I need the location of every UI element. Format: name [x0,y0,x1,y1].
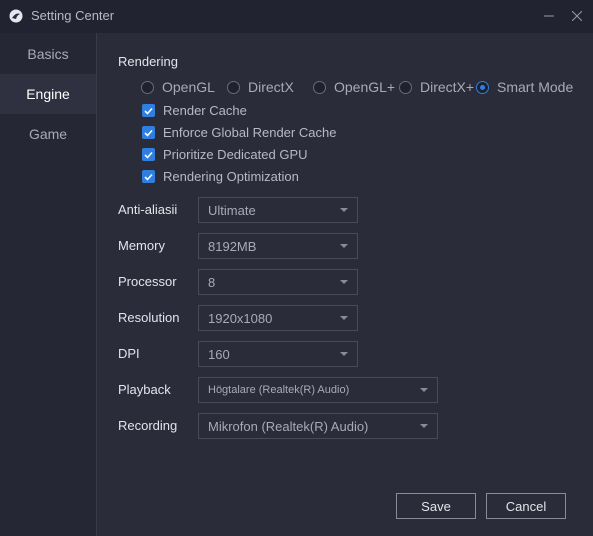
dpi-label: DPI [118,346,140,361]
minimize-button[interactable] [540,7,558,25]
save-button[interactable]: Save [396,493,476,519]
anti-aliasing-select[interactable]: Ultimate [198,197,358,223]
dpi-select[interactable]: 160 [198,341,358,367]
radio-opengl-plus[interactable]: OpenGL+ [313,79,395,95]
chevron-down-icon [340,244,348,248]
sidebar-item-basics[interactable]: Basics [0,34,96,74]
radio-label: DirectX [248,79,294,95]
sidebar-item-label: Engine [26,86,70,102]
select-value: 160 [208,346,230,362]
processor-select[interactable]: 8 [198,269,358,295]
radio-label: OpenGL+ [334,79,396,95]
checkbox-label: Render Cache [163,103,247,118]
rendering-section-title: Rendering [118,54,178,69]
sidebar: Basics Engine Game [0,33,97,536]
chevron-down-icon [340,316,348,320]
checkbox-checked-icon [142,126,155,139]
app-logo-icon [9,9,23,23]
playback-select[interactable]: Högtalare (Realtek(R) Audio) [198,377,438,403]
checkbox-label: Enforce Global Render Cache [163,125,337,140]
radio-smart-mode[interactable]: Smart Mode [476,79,573,95]
resolution-label: Resolution [118,310,180,325]
close-icon [572,11,582,21]
engine-settings-panel: Rendering OpenGL DirectX OpenGL+ DirectX… [97,33,593,536]
sidebar-item-engine[interactable]: Engine [0,74,96,114]
select-value: 8 [208,274,216,290]
sidebar-item-label: Basics [27,46,69,62]
radio-label: Smart Mode [497,79,574,95]
checkbox-label: Prioritize Dedicated GPU [163,147,308,162]
radio-label: OpenGL [162,79,215,95]
radio-directx-plus[interactable]: DirectX+ [399,79,474,95]
chevron-down-icon [420,424,428,428]
processor-label: Processor [118,274,177,289]
playback-label: Playback [118,382,171,397]
close-button[interactable] [568,7,586,25]
cancel-button[interactable]: Cancel [486,493,566,519]
select-value: Högtalare (Realtek(R) Audio) [208,384,350,396]
checkbox-checked-icon [142,148,155,161]
radio-directx[interactable]: DirectX [227,79,294,95]
memory-label: Memory [118,238,165,253]
sidebar-item-label: Game [28,126,68,142]
recording-label: Recording [118,418,178,433]
checkbox-rendering-optimization[interactable]: Rendering Optimization [142,169,299,184]
select-value: Mikrofon (Realtek(R) Audio) [208,418,369,434]
checkbox-checked-icon [142,170,155,183]
sidebar-item-game[interactable]: Game [0,114,96,154]
window-title: Setting Center [31,8,115,23]
memory-select[interactable]: 8192MB [198,233,358,259]
chevron-down-icon [420,388,428,392]
radio-label: DirectX+ [420,79,475,95]
checkbox-enforce-global-render-cache[interactable]: Enforce Global Render Cache [142,125,336,140]
title-bar: Setting Center [0,0,593,33]
chevron-down-icon [340,280,348,284]
radio-unchecked-icon [227,80,240,94]
radio-unchecked-icon [141,80,154,94]
radio-opengl[interactable]: OpenGL [141,79,215,95]
radio-checked-icon [476,80,489,94]
select-value: 8192MB [208,238,257,254]
select-value: 1920x1080 [208,310,273,326]
checkbox-prioritize-dedicated-gpu[interactable]: Prioritize Dedicated GPU [142,147,308,162]
checkbox-render-cache[interactable]: Render Cache [142,103,247,118]
recording-select[interactable]: Mikrofon (Realtek(R) Audio) [198,413,438,439]
chevron-down-icon [340,208,348,212]
chevron-down-icon [340,352,348,356]
checkbox-label: Rendering Optimization [163,169,299,184]
anti-aliasing-label: Anti-aliasii [118,202,178,217]
minimize-icon [544,15,554,17]
radio-unchecked-icon [313,80,326,94]
radio-unchecked-icon [399,80,412,94]
select-value: Ultimate [208,202,256,218]
checkbox-checked-icon [142,104,155,117]
resolution-select[interactable]: 1920x1080 [198,305,358,331]
